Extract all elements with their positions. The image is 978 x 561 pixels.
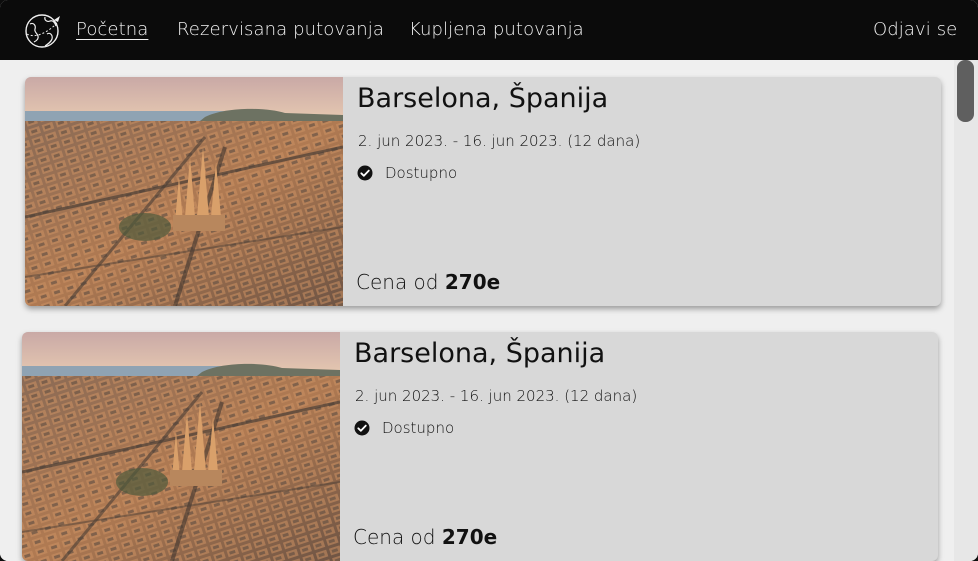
trip-image <box>25 77 343 306</box>
scrollbar-thumb[interactable] <box>957 60 974 122</box>
trip-dates: 2. jun 2023. - 16. jun 2023. (12 dana) <box>355 387 638 405</box>
trip-title: Barselona, Španija <box>354 338 606 369</box>
trip-image <box>22 332 340 561</box>
vertical-scrollbar[interactable] <box>954 60 978 561</box>
logout-link[interactable]: Odjavi se <box>873 19 957 40</box>
top-navbar: Početna Rezervisana putovanja Kupljena p… <box>0 0 978 60</box>
price-value: 270e <box>444 270 501 294</box>
nav-link-purchased-trips[interactable]: Kupljena putovanja <box>409 19 584 40</box>
trip-list: Barselona, Španija 2. jun 2023. - 16. ju… <box>0 60 954 561</box>
nav-link-reserved-trips[interactable]: Rezervisana putovanja <box>177 19 384 40</box>
price-prefix: Cena od <box>353 525 436 549</box>
trip-card[interactable]: Barselona, Španija 2. jun 2023. - 16. ju… <box>25 77 941 306</box>
nav-link-home[interactable]: Početna <box>76 19 148 40</box>
price-prefix: Cena od <box>356 270 439 294</box>
trip-card[interactable]: Barselona, Španija 2. jun 2023. - 16. ju… <box>22 332 938 561</box>
price-value: 270e <box>441 525 498 549</box>
trip-status: Dostupno <box>357 164 457 182</box>
trip-status: Dostupno <box>354 419 454 437</box>
trip-price: Cena od 270e <box>356 270 500 294</box>
status-label: Dostupno <box>382 419 455 437</box>
trip-dates: 2. jun 2023. - 16. jun 2023. (12 dana) <box>358 132 641 150</box>
app-window: Početna Rezervisana putovanja Kupljena p… <box>0 0 978 561</box>
trip-price: Cena od 270e <box>353 525 497 549</box>
globe-plane-icon[interactable] <box>23 12 61 50</box>
check-circle-icon <box>354 420 370 436</box>
check-circle-icon <box>357 165 373 181</box>
status-label: Dostupno <box>385 164 458 182</box>
trip-title: Barselona, Španija <box>357 83 609 114</box>
